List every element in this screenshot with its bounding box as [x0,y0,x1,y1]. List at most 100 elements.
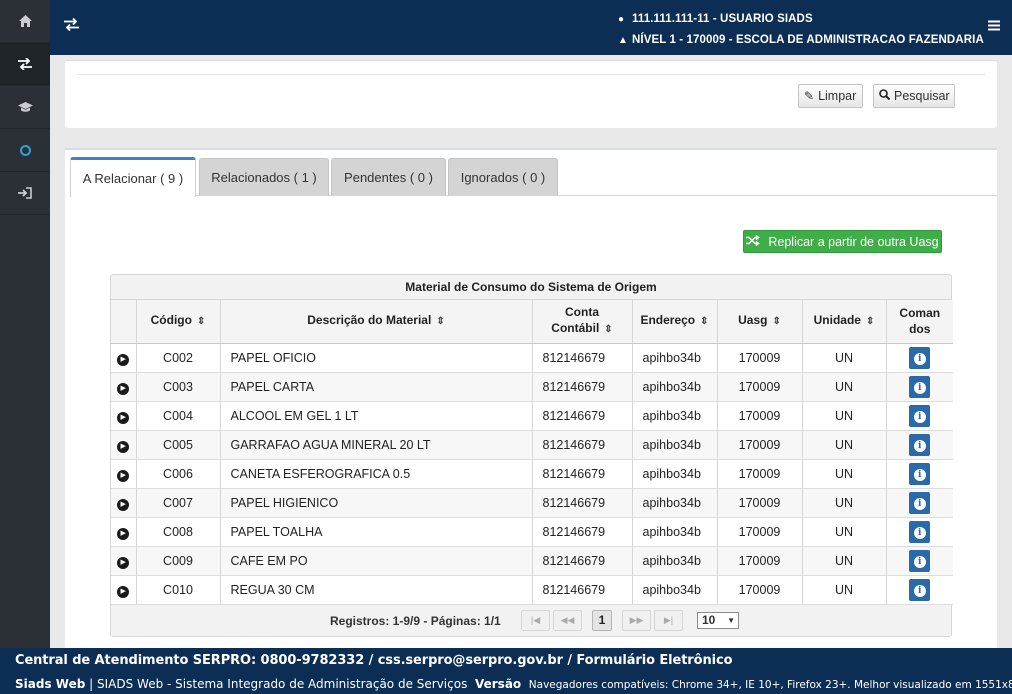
tab-pendentes[interactable]: Pendentes ( 0 ) [331,158,446,196]
expand-row-icon[interactable]: ▶ [117,353,130,366]
search-panel: ✎ Limpar Pesquisar [65,60,997,128]
account-cell: 812146679 [532,575,633,605]
col-account-label-2: Contábil [551,321,600,336]
home-icon[interactable] [0,0,50,43]
col-account[interactable]: Conta Contábil ⇕ [532,300,633,344]
menu-icon[interactable] [988,16,1000,36]
col-commands-label-2: dos [909,322,931,337]
commands-cell: i [886,430,953,460]
account-cell: 812146679 [532,430,633,460]
info-icon: i [913,410,926,423]
commands-cell: i [886,343,953,373]
expand-cell[interactable]: ▶ [111,401,137,431]
commands-cell: i [886,488,953,518]
account-cell: 812146679 [532,546,633,576]
unit-cell: UN [802,517,887,547]
info-button[interactable]: i [909,346,931,369]
code-cell: C006 [136,459,221,489]
pager: Registros: 1-9/9 - Páginas: 1/1 |◀ ◀◀ 1 … [111,604,951,636]
sort-icon: ⇕ [700,316,709,328]
unit-cell: UN [802,575,887,605]
prev-page-button[interactable]: ◀◀ [553,609,582,631]
replicate-button[interactable]: Replicar a partir de outra Uasg [743,230,942,253]
table-row: ▶ C010 REGUA 30 CM 812146679 apihbo34b 170009… [111,575,953,605]
expand-row-icon[interactable]: ▶ [117,382,130,395]
description-cell: REGUA 30 CM [220,575,533,605]
sitemap-icon: ▲ [618,35,628,46]
user-info: ● 111.111.111-11 - USUARIO SIADS ▲ NÍVEL 1… [618,9,984,51]
col-code[interactable]: Código ⇕ [136,300,221,344]
first-page-button[interactable]: |◀ [521,609,550,631]
unit-cell: UN [802,343,887,373]
circle-icon[interactable] [0,129,50,172]
tab-ignorados[interactable]: Ignorados ( 0 ) [448,158,558,196]
top-bar: ● 111.111.111-11 - USUARIO SIADS ▲ NÍVEL 1… [50,0,1012,55]
info-icon: i [913,526,926,539]
info-button[interactable]: i [909,462,931,485]
info-icon: i [913,381,926,394]
col-description-label: Descrição do Material [307,313,432,328]
graduation-cap-icon[interactable] [0,86,50,129]
last-page-button[interactable]: ▶| [654,609,683,631]
unit-cell: UN [802,488,887,518]
commands-cell: i [886,459,953,489]
expand-row-icon[interactable]: ▶ [117,440,130,453]
account-cell: 812146679 [532,517,633,547]
col-unit[interactable]: Unidade ⇕ [802,300,887,344]
uasg-cell: 170009 [717,343,803,373]
info-button[interactable]: i [909,520,931,543]
swap-icon[interactable] [0,43,50,86]
swap-icon[interactable] [64,16,79,36]
expand-cell[interactable]: ▶ [111,546,137,576]
info-button[interactable]: i [909,578,931,601]
expand-row-icon[interactable]: ▶ [117,411,130,424]
tab-relacionados[interactable]: Relacionados ( 1 ) [199,158,329,196]
expand-row-icon[interactable]: ▶ [117,556,130,569]
page-button[interactable]: 1 [592,609,612,631]
account-cell: 812146679 [532,488,633,518]
expand-cell[interactable]: ▶ [111,517,137,547]
info-button[interactable]: i [909,549,931,572]
expand-cell[interactable]: ▶ [111,575,137,605]
col-uasg[interactable]: Uasg ⇕ [717,300,803,344]
expand-cell[interactable]: ▶ [111,343,137,373]
info-icon: i [913,584,926,597]
info-button[interactable]: i [909,491,931,514]
next-page-button[interactable]: ▶▶ [622,609,651,631]
info-button[interactable]: i [909,375,931,398]
description-cell: GARRAFAO AGUA MINERAL 20 LT [220,430,533,460]
info-button[interactable]: i [909,433,931,456]
account-cell: 812146679 [532,459,633,489]
table-row: ▶ C008 PAPEL TOALHA 812146679 apihbo34b 17000… [111,517,953,547]
code-cell: C004 [136,401,221,431]
expand-cell[interactable]: ▶ [111,459,137,489]
expand-row-icon[interactable]: ▶ [117,469,130,482]
code-cell: C003 [136,372,221,402]
table-row: ▶ C007 PAPEL HIGIENICO 812146679 apihbo34b 17… [111,488,953,518]
code-cell: C005 [136,430,221,460]
user-icon: ● [618,14,625,25]
table-caption: Material de Consumo do Sistema de Origem [111,275,951,300]
info-button[interactable]: i [909,404,931,427]
expand-row-icon[interactable]: ▶ [117,498,130,511]
expand-cell[interactable]: ▶ [111,488,137,518]
support-line: Central de Atendimento SERPRO: 0800-9782… [15,653,733,668]
expand-cell[interactable]: ▶ [111,372,137,402]
rows-per-page-select[interactable]: 10 ▼ [697,611,739,629]
sort-icon: ⇕ [865,316,875,328]
col-unit-label: Unidade [813,313,861,328]
search-button[interactable]: Pesquisar [873,84,955,108]
expand-row-icon[interactable]: ▶ [117,527,130,540]
commands-cell: i [886,546,953,576]
col-description[interactable]: Descrição do Material ⇕ [220,300,533,344]
expand-cell[interactable]: ▶ [111,430,137,460]
address-cell: apihbo34b [632,546,718,576]
code-cell: C008 [136,517,221,547]
tab-a-relacionar[interactable]: A Relacionar ( 9 ) [70,157,196,197]
expand-row-icon[interactable]: ▶ [117,585,130,598]
clear-button-label: Limpar [818,89,857,103]
address-cell: apihbo34b [632,430,718,460]
clear-button[interactable]: ✎ Limpar [798,84,863,108]
col-address[interactable]: Endereço ⇕ [632,300,718,344]
sign-in-icon[interactable] [0,172,50,215]
